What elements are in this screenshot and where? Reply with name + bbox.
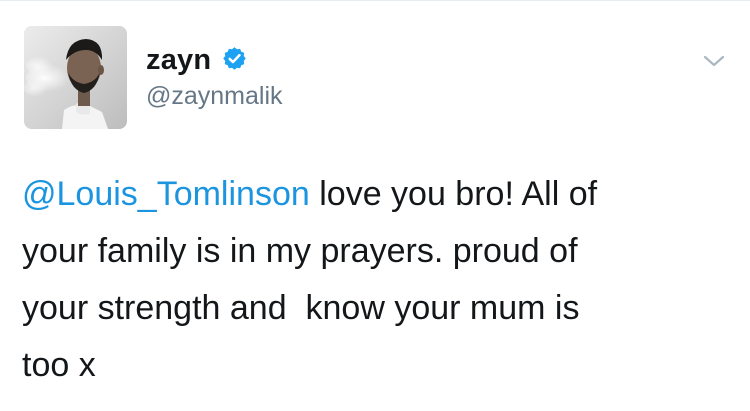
tweet-text-line-4: too x [22,346,96,384]
tweet-text: @Louis_Tomlinson love you bro! All of you… [22,166,732,394]
tweet-text-line-2: your family is in my prayers. proud of [22,232,578,270]
tweet-card: zayn @zaynmalik @Louis_Tomlinson love yo… [0,0,750,411]
avatar-image [24,26,127,129]
tweet-menu-button[interactable] [700,50,728,72]
display-name[interactable]: zayn [146,44,211,76]
tweet-text-line-1: love you bro! All of [309,175,598,213]
username[interactable]: @zaynmalik [146,82,283,110]
mention-link[interactable]: @Louis_Tomlinson [22,175,310,213]
avatar[interactable] [24,26,127,129]
tweet-text-line-3: your strength and know your mum is [22,289,580,327]
verified-badge-icon [223,47,246,70]
chevron-down-icon [703,55,725,67]
